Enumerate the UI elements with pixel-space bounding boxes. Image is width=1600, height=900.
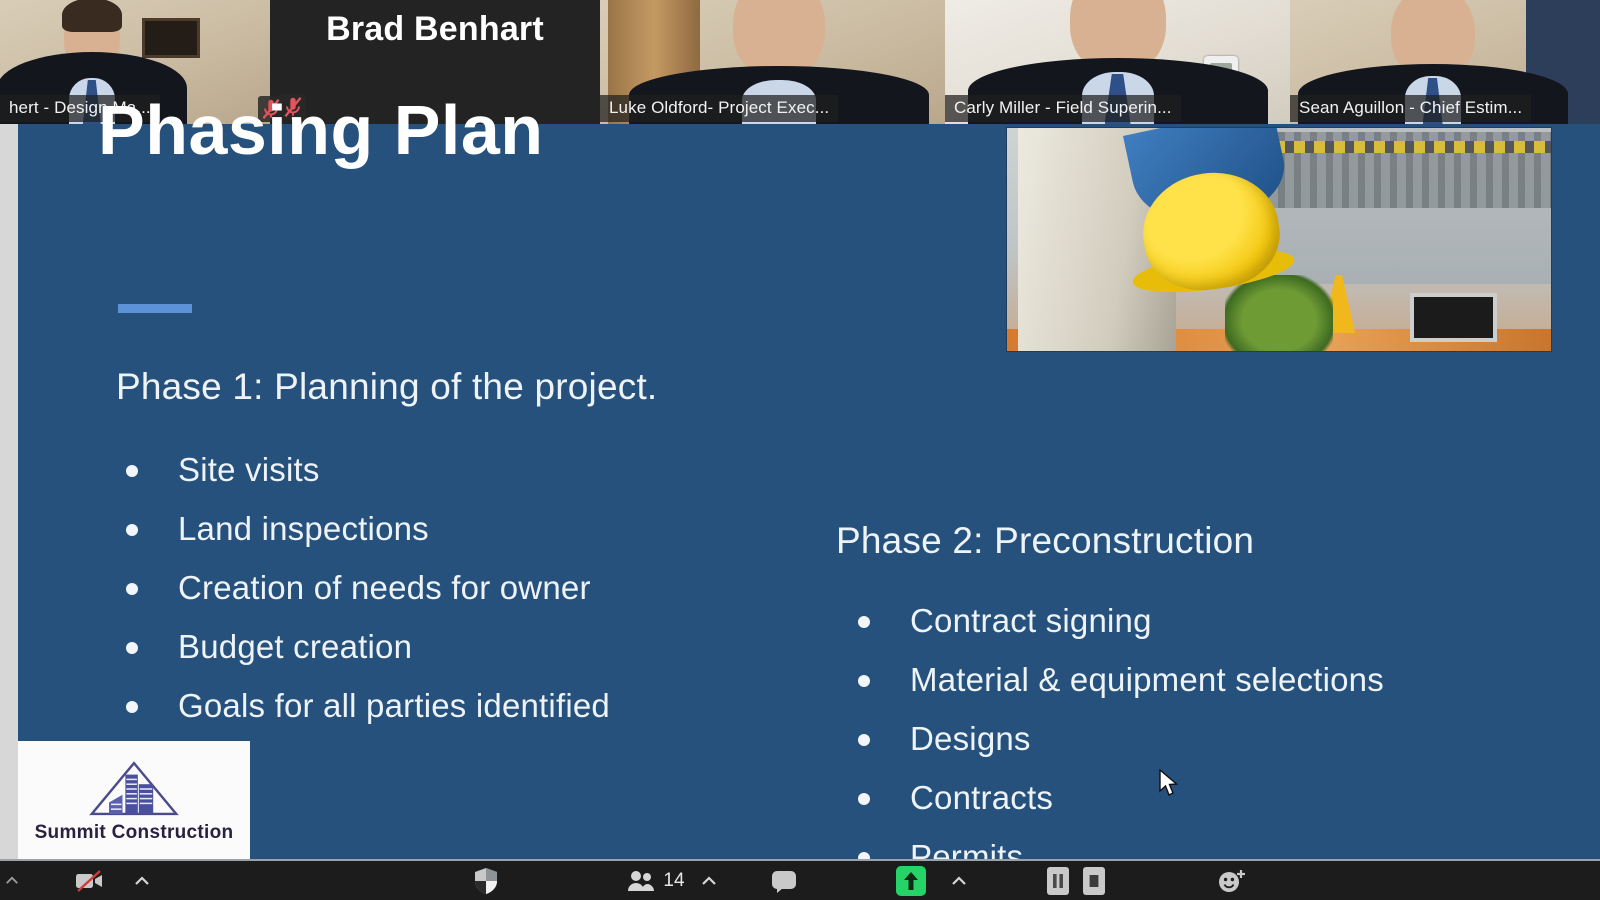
video-toggle-button[interactable] bbox=[62, 861, 116, 900]
phase-2-bullet-list: Contract signing Material & equipment se… bbox=[858, 602, 1384, 897]
leftmost-chevron[interactable] bbox=[0, 861, 24, 900]
share-options-chevron[interactable] bbox=[944, 861, 974, 900]
participant-hair bbox=[61, 0, 122, 32]
bullet-text: Creation of needs for owner bbox=[178, 569, 591, 606]
reactions-button[interactable] bbox=[1206, 861, 1258, 900]
presentation-slide: Phasing Plan Phase 1: Planning of the pr… bbox=[18, 91, 1600, 875]
title-accent-bar bbox=[118, 304, 192, 313]
bullet-text: Land inspections bbox=[178, 510, 429, 547]
list-item: Land inspections bbox=[126, 510, 610, 548]
list-item: Contracts bbox=[858, 779, 1384, 817]
chevron-up-icon bbox=[6, 876, 18, 884]
chevron-up-icon bbox=[135, 875, 149, 885]
bullet-text: Contract signing bbox=[910, 602, 1152, 639]
slide-title: Phasing Plan bbox=[98, 91, 544, 169]
list-item: Contract signing bbox=[858, 602, 1384, 640]
participant-count: 14 bbox=[663, 869, 685, 891]
mouse-cursor bbox=[1159, 769, 1179, 796]
participant-name-label: Sean Aguillon - Chief Estim... bbox=[1290, 95, 1532, 122]
list-item: Creation of needs for owner bbox=[126, 569, 610, 607]
stop-square-icon bbox=[1083, 866, 1105, 895]
participant-name-label: Luke Oldford- Project Exec... bbox=[600, 95, 839, 122]
participants-button[interactable]: 14 bbox=[608, 861, 704, 900]
pause-recording-button[interactable] bbox=[1040, 861, 1076, 900]
list-item: Material & equipment selections bbox=[858, 661, 1384, 699]
chevron-up-icon bbox=[952, 875, 966, 885]
bullet-dot bbox=[126, 701, 138, 713]
phase-2-heading: Phase 2: Preconstruction bbox=[836, 520, 1255, 561]
video-tile-carly-miller[interactable]: Carly Miller - Field Superin... bbox=[945, 0, 1290, 124]
bullet-text: Budget creation bbox=[178, 628, 413, 665]
bullet-dot bbox=[126, 524, 138, 536]
participants-options-chevron[interactable] bbox=[694, 861, 724, 900]
shared-screen-stage: Phasing Plan Phase 1: Planning of the pr… bbox=[0, 91, 1600, 875]
video-tile-sean-aguillon[interactable]: Sean Aguillon - Chief Estim... bbox=[1290, 0, 1600, 124]
list-item: Goals for all parties identified bbox=[126, 687, 610, 725]
bullet-dot bbox=[858, 793, 870, 805]
phase-1-bullet-list: Site visits Land inspections Creation of… bbox=[126, 451, 610, 746]
bullet-text: Contracts bbox=[910, 779, 1054, 816]
zoom-meeting-window: hert - Design Ma... Brad Benhart Luke Ol… bbox=[0, 0, 1600, 900]
smiley-plus-icon bbox=[1219, 869, 1245, 892]
chevron-up-icon bbox=[702, 875, 716, 885]
list-item: Site visits bbox=[126, 451, 610, 489]
bullet-dot bbox=[858, 734, 870, 746]
bullet-dot bbox=[858, 675, 870, 687]
list-item: Budget creation bbox=[126, 628, 610, 666]
camera-off-icon bbox=[76, 869, 102, 892]
meeting-toolbar: 14 bbox=[0, 861, 1600, 900]
share-screen-button[interactable] bbox=[888, 861, 934, 900]
bullet-dot bbox=[126, 642, 138, 654]
bullet-text: Site visits bbox=[178, 451, 320, 488]
bullet-dot bbox=[126, 465, 138, 477]
bullet-text: Goals for all parties identified bbox=[178, 687, 610, 724]
pause-icon bbox=[1047, 866, 1069, 895]
photo-bush bbox=[1224, 275, 1334, 351]
bullet-text: Designs bbox=[910, 720, 1031, 757]
wall-picture bbox=[142, 18, 200, 58]
stop-recording-button[interactable] bbox=[1076, 861, 1112, 900]
company-name: Summit Construction bbox=[34, 822, 234, 843]
shield-icon bbox=[475, 867, 497, 894]
photo-window bbox=[1409, 293, 1497, 343]
security-button[interactable] bbox=[460, 861, 512, 900]
bullet-dot bbox=[126, 583, 138, 595]
video-options-chevron[interactable] bbox=[128, 861, 156, 900]
share-up-arrow-icon bbox=[904, 871, 918, 890]
slide-photo-construction-worker bbox=[1006, 127, 1552, 352]
mountain-buildings-icon bbox=[89, 761, 179, 816]
share-screen-badge bbox=[896, 865, 926, 896]
video-tile-luke-oldford[interactable]: Luke Oldford- Project Exec... bbox=[600, 0, 945, 124]
bullet-dot bbox=[858, 616, 870, 628]
bullet-text: Material & equipment selections bbox=[910, 661, 1384, 698]
phase-1-heading: Phase 1: Planning of the project. bbox=[116, 366, 658, 407]
company-logo: Summit Construction bbox=[18, 741, 250, 861]
list-item: Designs bbox=[858, 720, 1384, 758]
chat-bubble-icon bbox=[772, 870, 796, 893]
participants-icon bbox=[628, 870, 655, 891]
participant-name-label: Carly Miller - Field Superin... bbox=[945, 95, 1181, 122]
chat-button[interactable] bbox=[758, 861, 810, 900]
